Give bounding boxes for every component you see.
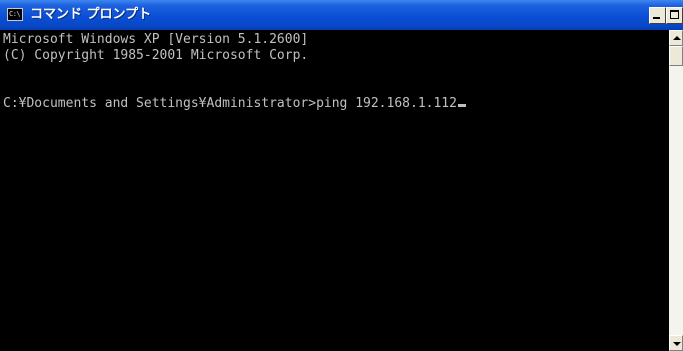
arrow-up-icon <box>673 36 681 40</box>
arrow-down-icon <box>673 342 681 346</box>
command-line[interactable]: C:¥Documents and Settings¥Administrator>… <box>3 96 466 112</box>
minimize-button[interactable] <box>649 7 666 24</box>
maximize-button[interactable] <box>666 7 683 24</box>
prompt-text: C:¥Documents and Settings¥Administrator>… <box>3 96 457 111</box>
minimize-icon <box>653 17 660 19</box>
scroll-down-button[interactable] <box>669 335 683 351</box>
console-line: (C) Copyright 1985-2001 Microsoft Corp. <box>3 48 309 63</box>
maximize-icon <box>670 10 679 19</box>
console-icon[interactable]: C:\ <box>7 8 23 21</box>
title-bar[interactable]: C:\ コマンド プロンプト <box>0 0 683 30</box>
console-output[interactable]: Microsoft Windows XP [Version 5.1.2600] … <box>0 30 669 351</box>
scroll-up-button[interactable] <box>669 30 683 46</box>
console-line: Microsoft Windows XP [Version 5.1.2600] <box>3 32 309 47</box>
command-prompt-window: C:\ コマンド プロンプト Microsoft Windows XP [Ver… <box>0 0 683 351</box>
text-cursor <box>457 104 466 107</box>
window-title: コマンド プロンプト <box>30 7 152 22</box>
scroll-thumb[interactable] <box>669 46 683 66</box>
vertical-scrollbar[interactable] <box>669 30 683 351</box>
